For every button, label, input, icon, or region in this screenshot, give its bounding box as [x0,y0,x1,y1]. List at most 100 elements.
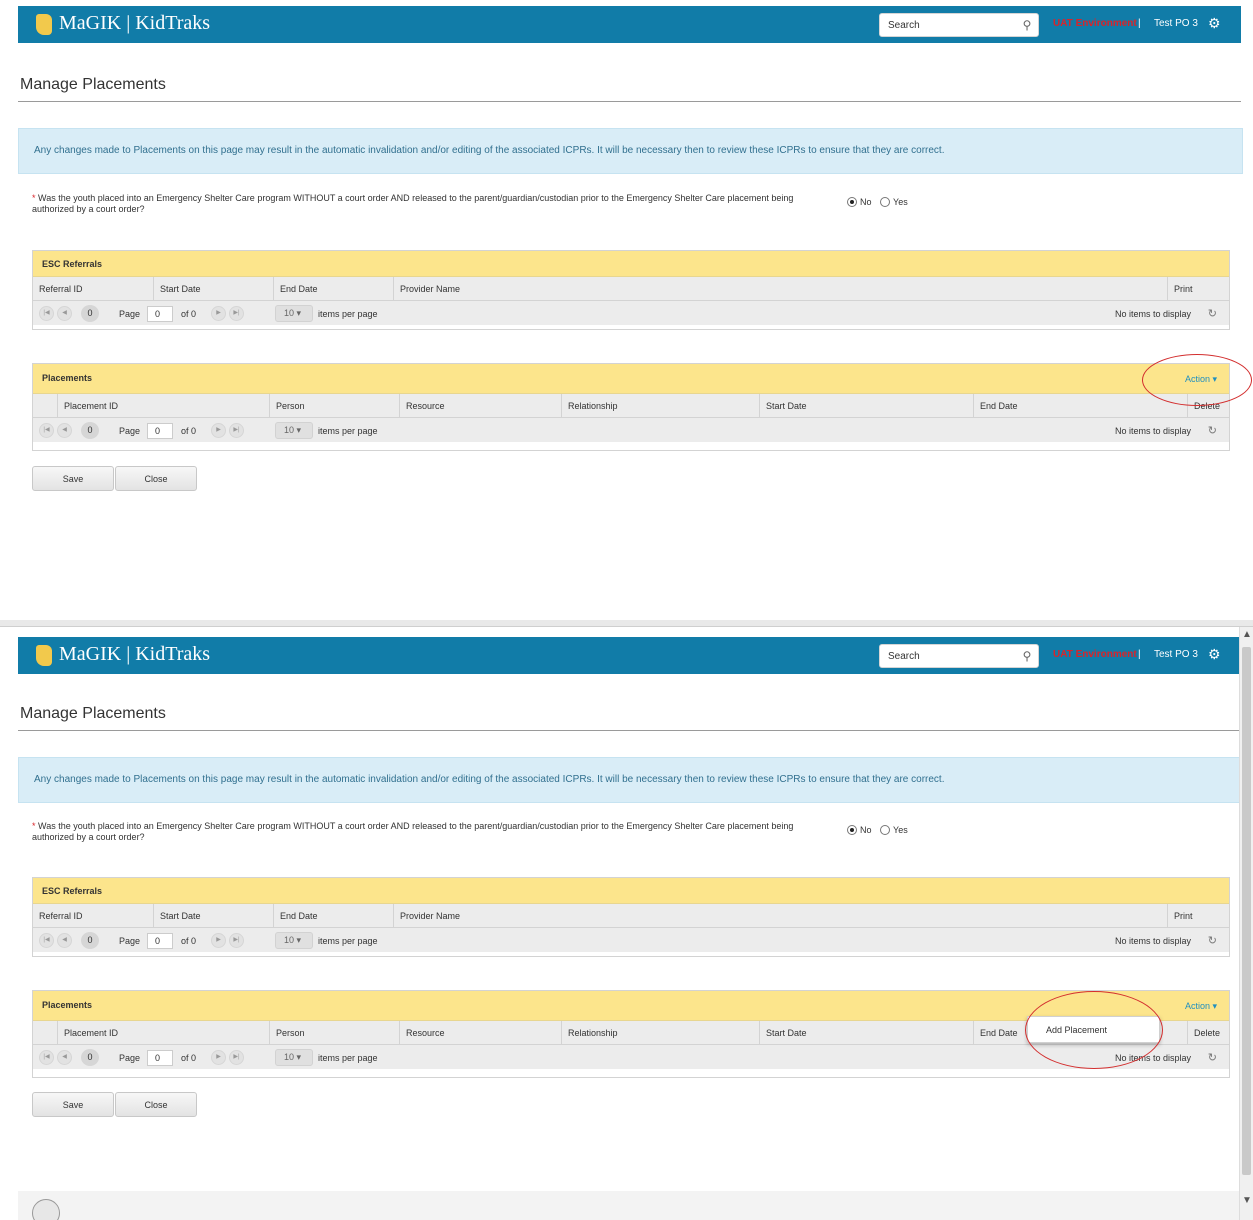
first-page-icon[interactable]: |◀ [39,933,54,948]
esc-question: * Was the youth placed into an Emergency… [32,821,822,843]
scroll-down-icon[interactable]: ▼ [1241,1195,1253,1209]
last-page-icon[interactable]: ▶| [229,933,244,948]
scroll-up-icon[interactable]: ▲ [1241,629,1253,643]
col-referral-id[interactable]: Referral ID [33,277,153,301]
col-referral-id[interactable]: Referral ID [33,904,153,928]
page-label: Page [119,1053,141,1063]
current-page[interactable]: 0 [81,932,99,949]
search-input[interactable] [880,14,1016,36]
radio-no[interactable] [847,196,857,207]
col-provider-name[interactable]: Provider Name [393,277,1173,301]
close-button[interactable]: Close [115,466,197,491]
col-relationship[interactable]: Relationship [561,394,759,418]
esc-referrals-pager: |◀ ◀ 0 Page 0 of 0 ▶ ▶| 10 ▾ items per p… [33,928,1229,952]
page-input[interactable]: 0 [147,1050,173,1066]
refresh-icon[interactable]: ↻ [1208,307,1217,320]
col-placement-id[interactable]: Placement ID [57,394,275,418]
gear-icon[interactable]: ⚙ [1208,646,1221,663]
first-page-icon[interactable]: |◀ [39,423,54,438]
page-size-select[interactable]: 10 ▾ [275,1049,313,1066]
app-title[interactable]: MaGIK | KidTraks [59,643,210,666]
last-page-icon[interactable]: ▶| [229,306,244,321]
last-page-icon[interactable]: ▶| [229,1050,244,1065]
app-title[interactable]: MaGIK | KidTraks [59,12,210,35]
col-provider-name[interactable]: Provider Name [393,904,1173,928]
current-page[interactable]: 0 [81,422,99,439]
col-end-date[interactable]: End Date [973,394,1187,418]
action-menu-button[interactable]: Action ▾ [1185,1001,1217,1012]
empty-text: No items to display [1114,936,1191,946]
first-page-icon[interactable]: |◀ [39,1050,54,1065]
search-box: ⚲ [879,644,1039,668]
last-page-icon[interactable]: ▶| [229,423,244,438]
current-page[interactable]: 0 [81,305,99,322]
annotation-circle-action [1142,354,1252,406]
page-input[interactable]: 0 [147,423,173,439]
col-delete[interactable]: Delete [1187,1021,1229,1045]
radio-yes-label: Yes [893,196,908,207]
per-page-label: items per page [318,309,378,319]
refresh-icon[interactable]: ↻ [1208,1051,1217,1064]
col-resource[interactable]: Resource [399,394,561,418]
prev-page-icon[interactable]: ◀ [57,1050,72,1065]
browser-toolbar-strip [0,620,1253,627]
page-size-select[interactable]: 10 ▾ [275,305,313,322]
next-page-icon[interactable]: ▶ [211,1050,226,1065]
page-input[interactable]: 0 [147,933,173,949]
gear-icon[interactable]: ⚙ [1208,15,1221,32]
save-button[interactable]: Save [32,1092,114,1117]
alert-text: Any changes made to Placements on this p… [34,774,945,785]
col-placement-id[interactable]: Placement ID [57,1021,275,1045]
col-start-date[interactable]: Start Date [153,277,273,301]
required-marker: * [32,193,36,203]
of-pages: of 0 [181,426,197,436]
col-start-date[interactable]: Start Date [759,1021,973,1045]
search-input[interactable] [880,645,1016,667]
page-size-select[interactable]: 10 ▾ [275,422,313,439]
col-person[interactable]: Person [269,1021,399,1045]
radio-yes[interactable] [880,824,891,835]
esc-referrals-panel: ESC Referrals Referral ID Start Date End… [32,877,1230,957]
search-icon[interactable]: ⚲ [1016,645,1038,667]
col-person[interactable]: Person [269,394,399,418]
of-pages: of 0 [181,1053,197,1063]
next-page-icon[interactable]: ▶ [211,933,226,948]
radio-yes[interactable] [880,196,891,207]
refresh-icon[interactable]: ↻ [1208,934,1217,947]
user-name[interactable]: Test PO 3 [1154,18,1198,29]
of-pages: of 0 [181,309,197,319]
annotation-circle-add-placement [1025,991,1163,1069]
user-name[interactable]: Test PO 3 [1154,649,1198,660]
next-page-icon[interactable]: ▶ [211,423,226,438]
col-print[interactable]: Print [1167,904,1229,928]
environment-label: UAT Environment [1053,649,1137,660]
col-print[interactable]: Print [1167,277,1229,301]
page-label: Page [119,936,141,946]
vertical-scrollbar[interactable]: ▲ ▼ [1239,627,1253,1220]
col-end-date[interactable]: End Date [273,904,393,928]
current-page[interactable]: 0 [81,1049,99,1066]
col-relationship[interactable]: Relationship [561,1021,759,1045]
prev-page-icon[interactable]: ◀ [57,423,72,438]
page-size-select[interactable]: 10 ▾ [275,932,313,949]
page-input[interactable]: 0 [147,306,173,322]
col-start-date[interactable]: Start Date [153,904,273,928]
placements-pager: |◀ ◀ 0 Page 0 of 0 ▶ ▶| 10 ▾ items per p… [33,418,1229,442]
refresh-icon[interactable]: ↻ [1208,424,1217,437]
save-button[interactable]: Save [32,466,114,491]
first-page-icon[interactable]: |◀ [39,306,54,321]
close-button[interactable]: Close [115,1092,197,1117]
header-separator: | [1138,18,1141,29]
col-resource[interactable]: Resource [399,1021,561,1045]
col-start-date[interactable]: Start Date [759,394,973,418]
prev-page-icon[interactable]: ◀ [57,306,72,321]
esc-radio-group: No Yes [847,824,914,835]
placements-title: Placements [42,1000,93,1010]
col-end-date[interactable]: End Date [273,277,393,301]
next-page-icon[interactable]: ▶ [211,306,226,321]
prev-page-icon[interactable]: ◀ [57,933,72,948]
placements-header: Placements Action ▾ [33,364,1229,394]
scroll-thumb[interactable] [1242,647,1251,1175]
search-icon[interactable]: ⚲ [1016,14,1038,36]
radio-no[interactable] [847,824,857,835]
